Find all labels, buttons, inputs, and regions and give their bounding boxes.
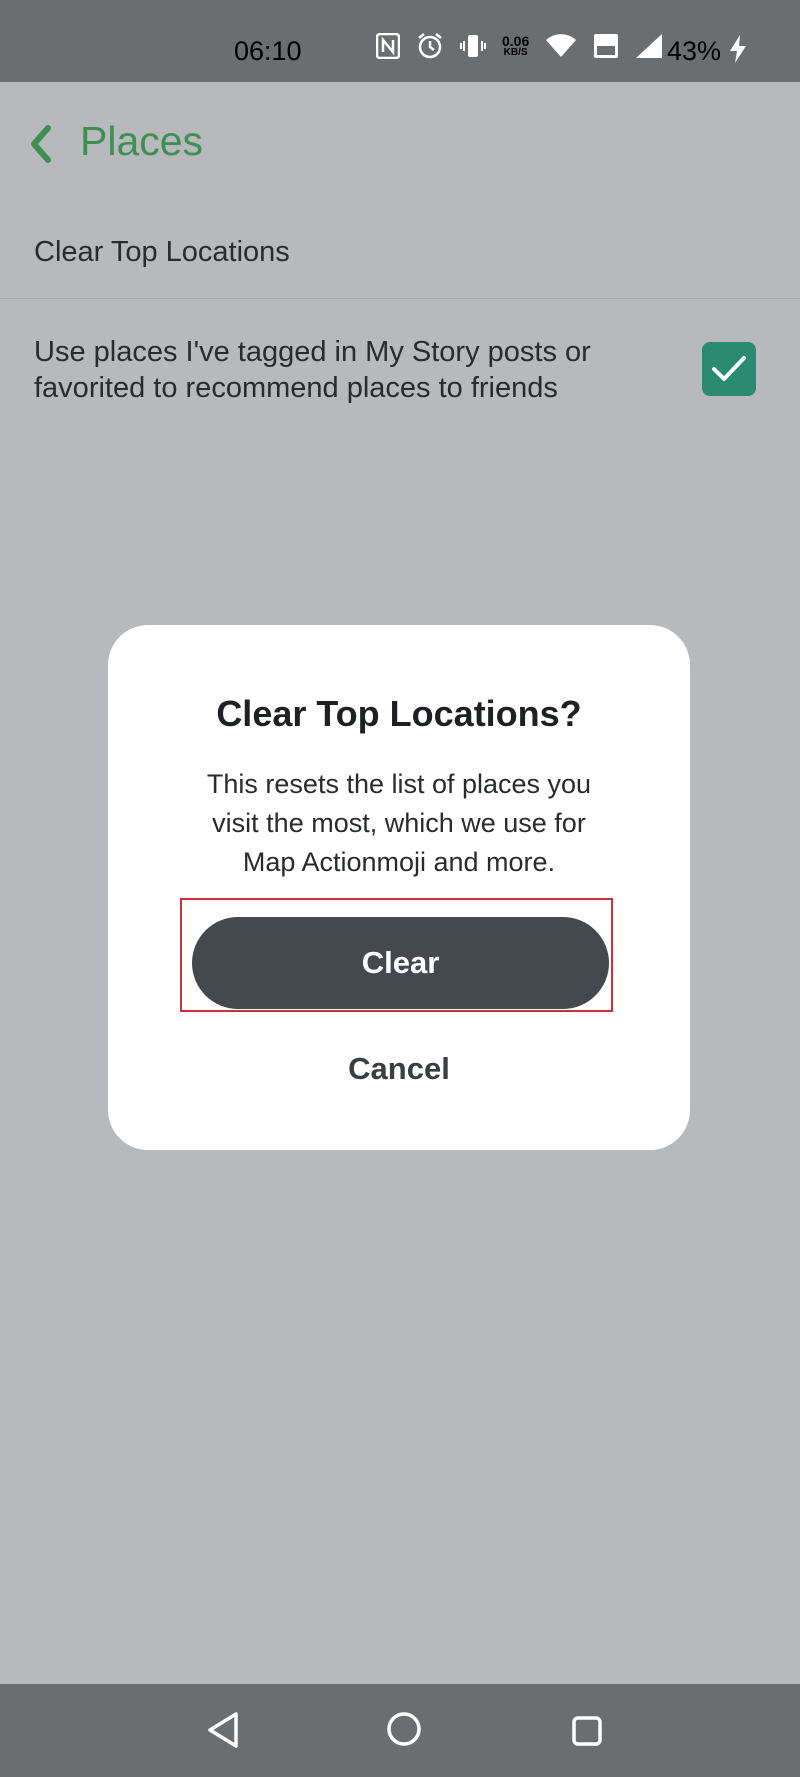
alarm-icon: [416, 32, 444, 60]
nav-back-icon[interactable]: [206, 1711, 240, 1754]
clear-locations-dialog: Clear Top Locations? This resets the lis…: [108, 625, 690, 1150]
nav-home-icon[interactable]: [386, 1711, 422, 1752]
volte-icon: [593, 33, 619, 59]
nav-recents-icon[interactable]: [571, 1715, 603, 1752]
status-icons: 0.06 KB/S: [376, 32, 663, 60]
checkmark-icon: [712, 356, 746, 381]
dialog-body: This resets the list of places you visit…: [148, 765, 650, 882]
nfc-icon: [376, 33, 400, 59]
net-speed-unit: KB/S: [503, 47, 528, 58]
battery-level: 43%: [667, 36, 722, 66]
wifi-icon: [545, 34, 577, 58]
signal-icon: [635, 33, 663, 59]
dialog-body-line2: visit the most, which we use for: [212, 808, 586, 838]
net-speed-value: 0.06: [502, 33, 530, 49]
use-places-line1: Use places I've tagged in My Story posts…: [34, 336, 591, 368]
vibrate-icon: [460, 33, 486, 59]
page-title: Places: [80, 118, 204, 164]
charging-icon: [728, 34, 748, 69]
status-time: 06:10: [234, 36, 302, 66]
back-chevron-icon[interactable]: [26, 124, 56, 169]
clear-button[interactable]: Clear: [192, 917, 609, 1009]
dialog-title: Clear Top Locations?: [216, 693, 582, 734]
use-places-line2: favorited to recommend places to friends: [34, 372, 558, 404]
net-speed: 0.06 KB/S: [502, 34, 529, 58]
dialog-body-line1: This resets the list of places you: [206, 769, 592, 799]
divider: [0, 298, 800, 299]
use-places-checkbox[interactable]: [702, 342, 756, 396]
dialog-body-line3: Map Actionmoji and more.: [242, 847, 556, 877]
cancel-button[interactable]: Cancel: [108, 1051, 690, 1087]
use-places-setting-label[interactable]: Use places I've tagged in My Story posts…: [34, 334, 634, 406]
clear-top-locations-item[interactable]: Clear Top Locations: [34, 236, 290, 269]
